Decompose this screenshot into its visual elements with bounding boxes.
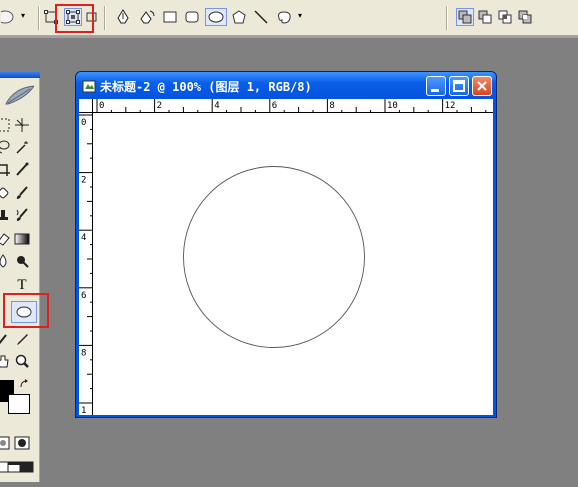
rectangle-icon[interactable]: [161, 8, 179, 26]
workspace-edge: [0, 36, 578, 38]
intersect-shape-icon[interactable]: [496, 8, 514, 26]
highlight-box: [55, 4, 94, 33]
lasso-tool-icon[interactable]: [0, 138, 12, 156]
line-icon[interactable]: [252, 8, 270, 26]
highlight-box: [3, 293, 49, 328]
ruler-label: 4: [214, 101, 219, 111]
subtract-from-shape-icon[interactable]: [476, 8, 494, 26]
vertical-ruler[interactable]: 0 2 4 6 8 1: [79, 113, 93, 415]
document-titlebar[interactable]: 未标题-2 @ 100% (图层 1, RGB/8): [76, 72, 496, 99]
chevron-down-icon[interactable]: ▾: [21, 12, 28, 20]
clone-stamp-icon[interactable]: [0, 206, 12, 224]
close-icon: [477, 81, 487, 91]
eraser-tool-icon[interactable]: [0, 230, 12, 248]
ruler-label: 1: [81, 406, 86, 415]
exclude-overlap-icon[interactable]: [516, 8, 534, 26]
move-tool-icon[interactable]: [13, 116, 31, 134]
blur-tool-icon[interactable]: [0, 252, 12, 270]
separator: [38, 6, 40, 30]
dodge-tool-icon[interactable]: [13, 252, 31, 270]
minimize-button[interactable]: [426, 76, 446, 96]
slice-tool-icon[interactable]: [13, 160, 31, 178]
custom-shape-icon[interactable]: [275, 8, 293, 26]
close-button[interactable]: [472, 76, 492, 96]
hand-tool-icon[interactable]: [0, 352, 12, 370]
freeform-pen-icon[interactable]: [139, 8, 157, 26]
ruler-label: 6: [81, 291, 86, 301]
ruler-label: 0: [99, 101, 104, 111]
canvas[interactable]: [94, 114, 493, 415]
separator: [104, 6, 106, 30]
gradient-tool-icon[interactable]: [13, 230, 31, 248]
toolbox-titlebar[interactable]: [0, 72, 40, 78]
zoom-tool-icon[interactable]: [13, 352, 31, 370]
document-window: 未标题-2 @ 100% (图层 1, RGB/8) 0 2 4 6 8 10 12 0 2 4…: [75, 71, 497, 418]
crop-tool-icon[interactable]: [0, 160, 12, 178]
toolbox: T: [0, 72, 49, 482]
background-color-swatch[interactable]: [8, 394, 30, 414]
rounded-rectangle-icon[interactable]: [183, 8, 201, 26]
document-body: 0 2 4 6 8 10 12 0 2 4 6 8 1: [79, 99, 493, 415]
photoshop-window: ▾ ▾ T 未标题-2 @ 100% (图层 1, RGB/8) 0 2 4 6…: [0, 0, 578, 487]
history-brush-icon[interactable]: [13, 206, 31, 224]
ellipse-icon[interactable]: [205, 8, 227, 26]
ruler-label: 0: [81, 118, 86, 128]
ruler-label: 12: [445, 101, 456, 111]
add-to-shape-icon[interactable]: [456, 8, 474, 26]
ruler-label: 2: [81, 176, 86, 186]
magic-wand-icon[interactable]: [13, 138, 31, 156]
maximize-icon: [453, 80, 465, 92]
horizontal-ruler[interactable]: 0 2 4 6 8 10 12: [93, 99, 493, 113]
marquee-tool-icon[interactable]: [0, 116, 12, 134]
ellipse-path[interactable]: [183, 166, 365, 348]
pen-icon[interactable]: [114, 8, 132, 26]
tool-preset-icon[interactable]: [0, 8, 18, 26]
separator: [446, 6, 448, 30]
notes-tool-icon[interactable]: [0, 331, 12, 349]
standard-mode-icon[interactable]: [0, 434, 12, 452]
ruler-label: 8: [329, 101, 334, 111]
quick-mask-icon[interactable]: [13, 434, 31, 452]
polygon-icon[interactable]: [230, 8, 248, 26]
healing-brush-icon[interactable]: [0, 184, 12, 202]
eyedropper-icon[interactable]: [13, 331, 31, 349]
document-title: 未标题-2 @ 100% (图层 1, RGB/8): [100, 80, 312, 94]
ruler-label: 2: [157, 101, 162, 111]
chevron-down-icon[interactable]: ▾: [298, 12, 305, 20]
text-tool[interactable]: T: [13, 276, 31, 294]
ruler-label: 10: [387, 101, 398, 111]
swap-colors-icon[interactable]: [19, 379, 29, 389]
feather-logo-icon: [5, 85, 34, 105]
full-screen-icon[interactable]: [18, 458, 36, 476]
ruler-label: 8: [81, 348, 86, 358]
options-bar: ▾ ▾: [0, 0, 578, 36]
brush-tool-icon[interactable]: [13, 184, 31, 202]
ruler-origin[interactable]: [79, 99, 93, 113]
minimize-icon: [431, 89, 439, 92]
ruler-label: 4: [81, 233, 86, 243]
ruler-label: 6: [272, 101, 277, 111]
document-icon: [82, 80, 96, 93]
maximize-button[interactable]: [449, 76, 469, 96]
